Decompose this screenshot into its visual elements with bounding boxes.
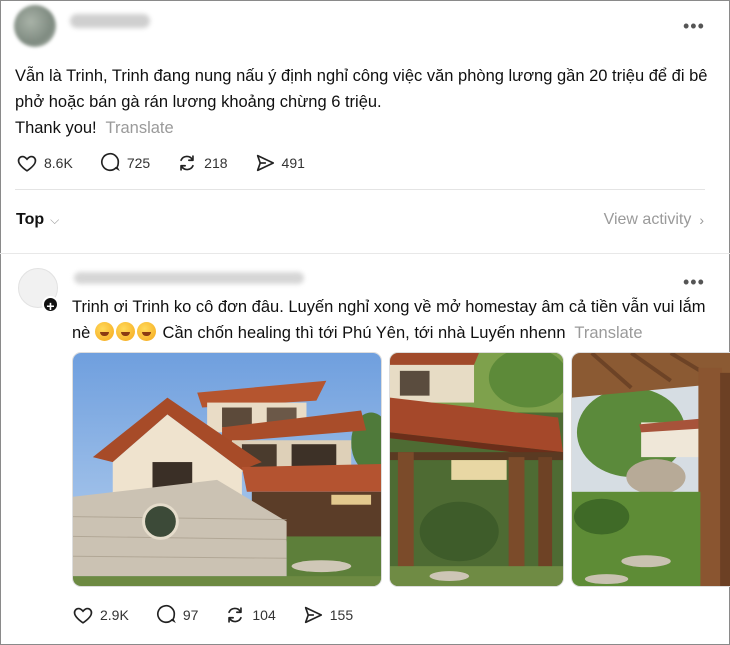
repost-count: 218 [204,155,228,171]
reply-body-b: Cần chốn healing thì tới Phú Yên, tới nh… [162,324,566,342]
share-icon [304,606,322,624]
photo-homestay-veranda[interactable] [571,352,730,587]
like-count: 2.9K [100,607,129,623]
sort-dropdown[interactable]: Top ⌵ [16,211,59,229]
post-text: Vẫn là Trinh, Trinh đang nung nấu ý định… [15,63,715,141]
username-blurred[interactable] [70,14,150,28]
reply-text: Trinh ơi Trinh ko cô đơn đâu. Luyến nghỉ… [72,294,712,346]
username-blurred[interactable] [74,272,304,284]
comment-count: 725 [126,155,151,171]
share-button[interactable]: 155 [302,604,353,626]
post-body: Vẫn là Trinh, Trinh đang nung nấu ý định… [15,67,708,111]
comment-count: 97 [182,607,199,623]
translate-link[interactable]: Translate [574,324,642,342]
translate-link[interactable]: Translate [106,119,174,137]
chevron-down-icon: ⌵ [50,212,60,227]
share-count: 155 [329,607,354,623]
heart-icon [73,607,93,624]
sort-label: Top [16,211,45,228]
view-activity-label: View activity [603,211,692,228]
repost-button[interactable]: 218 [176,152,228,174]
follow-plus-icon[interactable]: + [42,296,59,314]
reply-actions: 2.9K 97 104 155 [72,604,379,626]
heart-icon [17,155,37,172]
like-count: 8.6K [44,155,73,171]
repost-icon [180,155,194,171]
more-dots-icon[interactable]: ••• [683,273,705,291]
avatar[interactable] [14,5,56,47]
share-count: 491 [281,155,305,171]
repost-count: 104 [252,607,276,623]
more-dots-icon[interactable]: ••• [683,17,705,35]
rolling-on-floor-laughing-emoji [136,322,156,341]
share-icon [256,154,274,172]
divider [0,253,730,254]
chevron-right-icon: › [699,212,704,228]
rolling-on-floor-laughing-emoji [115,322,135,341]
comment-button[interactable]: 97 [155,604,199,626]
photo-homestay-gate[interactable] [389,352,564,587]
divider [15,189,705,190]
comment-bubble-icon [100,152,120,172]
post-actions: 8.6K 725 218 491 [16,152,331,174]
share-button[interactable]: 491 [254,152,305,174]
repost-icon [228,607,243,623]
like-button[interactable]: 2.9K [72,604,129,626]
photo-homestay-house[interactable] [72,352,382,587]
repost-button[interactable]: 104 [224,604,276,626]
comment-button[interactable]: 725 [99,152,150,174]
like-button[interactable]: 8.6K [16,152,73,174]
post-thanks: Thank you! [15,119,97,137]
view-activity-link[interactable]: View activity › [604,211,704,229]
rolling-on-floor-laughing-emoji [94,322,114,341]
comment-bubble-icon [156,604,176,624]
